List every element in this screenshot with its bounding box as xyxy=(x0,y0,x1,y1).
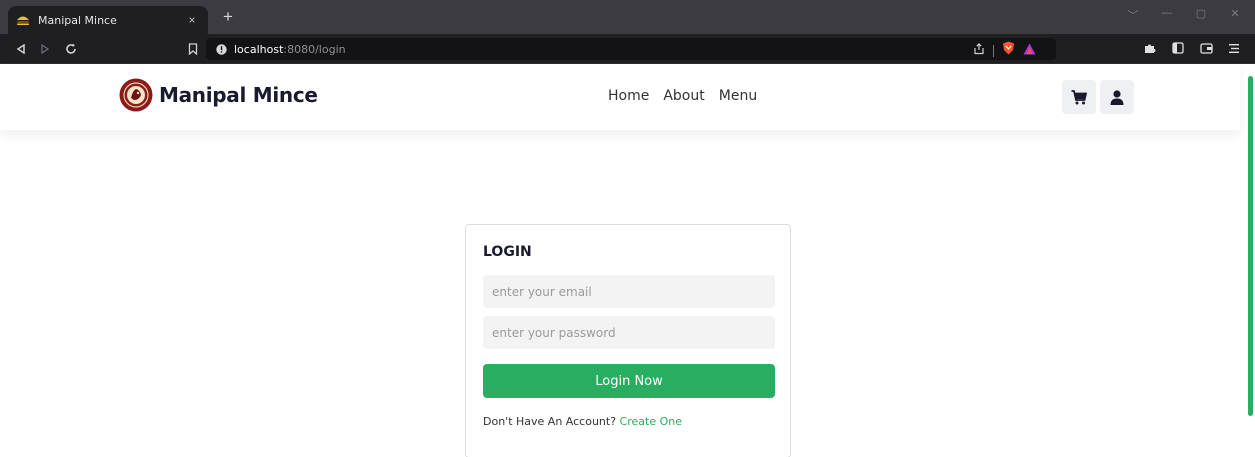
browser-toolbar: localhost:8080/login xyxy=(0,34,1255,64)
address-bar[interactable]: localhost:8080/login xyxy=(206,38,1056,60)
bookmark-icon[interactable] xyxy=(184,40,202,58)
url-text: localhost:8080/login xyxy=(234,43,346,56)
login-button[interactable]: Login Now xyxy=(483,364,775,398)
account-prompt-text: Don't Have An Account? xyxy=(483,415,617,428)
brave-rewards-icon[interactable] xyxy=(1023,42,1036,60)
extensions-puzzle-icon[interactable] xyxy=(1143,39,1157,57)
email-field[interactable] xyxy=(483,275,775,308)
wallet-icon[interactable] xyxy=(1199,39,1213,57)
page-scrollbar[interactable] xyxy=(1248,76,1253,416)
user-icon[interactable] xyxy=(1100,80,1134,114)
address-actions xyxy=(973,41,1036,60)
tab-title: Manipal Mince xyxy=(38,13,117,27)
browser-tab[interactable]: Manipal Mince × xyxy=(8,6,208,34)
brave-shields-icon[interactable] xyxy=(1002,41,1015,60)
share-icon[interactable] xyxy=(973,42,985,60)
browser-window: Manipal Mince × + ﹀ — ▢ ✕ localhost:8080… xyxy=(0,0,1255,457)
burger-favicon-icon xyxy=(16,13,30,27)
tab-strip: Manipal Mince × + ﹀ — ▢ ✕ xyxy=(0,0,1255,34)
forward-icon[interactable] xyxy=(36,40,54,58)
url-path: :8080/login xyxy=(283,42,346,56)
account-prompt: Don't Have An Account? Create One xyxy=(483,415,682,428)
main-nav: Home About Menu xyxy=(608,88,757,104)
tab-search-icon[interactable]: ﹀ xyxy=(1125,7,1141,23)
back-icon[interactable] xyxy=(12,40,30,58)
tab-close-icon[interactable]: × xyxy=(184,13,200,27)
nav-menu[interactable]: Menu xyxy=(719,88,757,104)
nav-about[interactable]: About xyxy=(663,88,704,104)
login-card: LOGIN Login Now Don't Have An Account? C… xyxy=(465,224,791,457)
maximize-icon[interactable]: ▢ xyxy=(1193,7,1209,23)
site-info-icon[interactable] xyxy=(216,43,227,55)
divider-icon xyxy=(993,44,994,57)
window-controls: ﹀ — ▢ ✕ xyxy=(1125,7,1243,23)
new-tab-button[interactable]: + xyxy=(218,7,238,27)
site-header: Manipal Mince Home About Menu xyxy=(0,64,1240,130)
login-title: LOGIN xyxy=(483,244,532,260)
extension-icons xyxy=(1143,39,1241,57)
create-account-link[interactable]: Create One xyxy=(620,415,682,428)
cart-icon[interactable] xyxy=(1062,80,1096,114)
brand-name: Manipal Mince xyxy=(159,83,318,107)
nav-home[interactable]: Home xyxy=(608,88,649,104)
sidebar-icon[interactable] xyxy=(1171,39,1185,57)
brand[interactable]: Manipal Mince xyxy=(119,78,318,112)
close-window-icon[interactable]: ✕ xyxy=(1227,7,1243,23)
password-field[interactable] xyxy=(483,316,775,349)
reload-icon[interactable] xyxy=(62,40,80,58)
header-icons xyxy=(1062,80,1134,114)
page-content: Manipal Mince Home About Menu LOGIN Logi xyxy=(0,64,1255,457)
url-host: localhost xyxy=(234,42,284,56)
brand-logo-icon xyxy=(119,78,153,112)
minimize-icon[interactable]: — xyxy=(1159,7,1175,23)
menu-icon[interactable] xyxy=(1227,39,1241,57)
